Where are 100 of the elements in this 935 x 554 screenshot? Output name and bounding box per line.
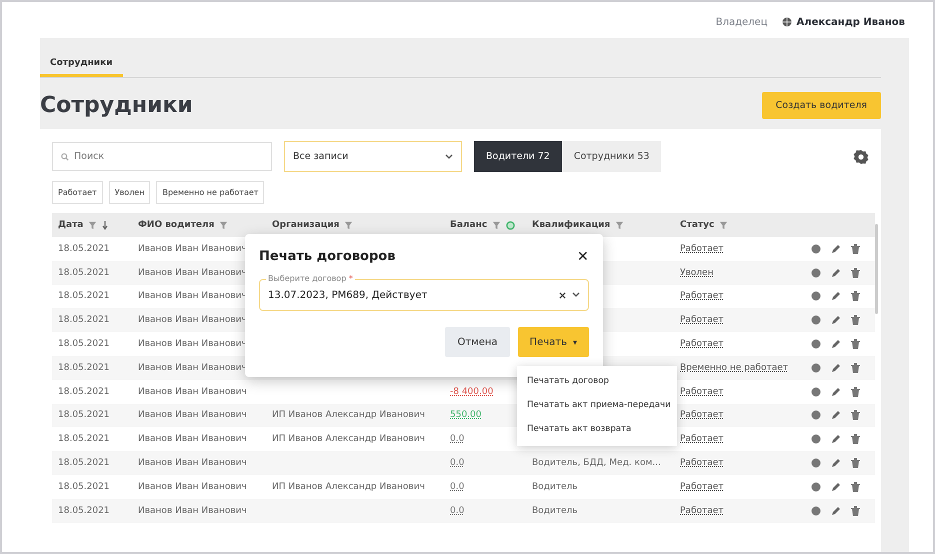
circle-icon[interactable] (810, 482, 820, 492)
pencil-icon[interactable] (830, 244, 840, 254)
circle-icon[interactable] (810, 434, 820, 444)
trash-icon[interactable] (850, 244, 860, 254)
filter-icon[interactable] (219, 220, 228, 230)
status-link[interactable]: Работает (680, 315, 724, 326)
menu-item[interactable]: Печатать акт приема-передачи (517, 394, 677, 418)
segment-tab[interactable]: Водители 72 (474, 141, 562, 172)
qualification-cell: Водитель (532, 482, 578, 492)
balance-cell[interactable]: 0.0 (450, 434, 464, 444)
create-driver-button[interactable]: Создать водителя (762, 92, 881, 119)
circle-icon[interactable] (810, 244, 820, 254)
status-link[interactable]: Работает (680, 458, 724, 468)
pencil-icon[interactable] (830, 410, 840, 420)
date-cell-text: 18.05.2021 (57, 291, 111, 302)
trash-icon[interactable] (850, 482, 860, 492)
tab[interactable]: Сотрудники (40, 48, 123, 77)
column-header[interactable]: Квалификация (532, 220, 610, 230)
circle-icon[interactable] (810, 386, 820, 397)
balance-cell[interactable]: -8 400.00 (450, 386, 494, 397)
trash-icon[interactable] (850, 458, 860, 468)
status-link[interactable]: Работает (680, 386, 724, 397)
cancel-button[interactable]: Отмена (445, 327, 510, 357)
circle-icon[interactable] (810, 339, 820, 350)
status-link[interactable]: Работает (680, 410, 724, 420)
circle-icon[interactable] (810, 268, 820, 278)
pencil-icon[interactable] (830, 458, 840, 468)
name-cell-text: Иванов Иван Иванович (137, 410, 248, 420)
status-link[interactable]: Работает (680, 291, 724, 302)
status-link[interactable]: Работает (680, 434, 724, 444)
pencil-icon[interactable] (830, 315, 840, 326)
circle-icon[interactable] (506, 220, 516, 230)
settings-icon[interactable] (853, 148, 869, 164)
circle-icon[interactable] (810, 315, 820, 326)
filter-icon[interactable] (615, 220, 624, 230)
balance-cell[interactable]: 0.0 (450, 458, 464, 468)
balance-cell[interactable]: 0.0 (450, 506, 464, 516)
trash-icon[interactable] (850, 315, 860, 326)
scrollbar[interactable] (875, 224, 878, 314)
circle-icon[interactable] (810, 291, 820, 302)
circle-icon[interactable] (810, 506, 820, 516)
contract-select[interactable]: Выберите договор * 13.07.2023, РМ689, Действует (259, 274, 589, 311)
clear-icon[interactable] (559, 292, 566, 298)
close-button[interactable]: ✕ (577, 248, 589, 264)
trash-icon[interactable] (850, 291, 860, 302)
pencil-icon[interactable] (830, 362, 840, 373)
filter-icon[interactable] (492, 220, 502, 230)
column-header[interactable]: Статус (680, 220, 714, 230)
pencil-icon[interactable] (830, 268, 840, 278)
status-link[interactable]: Работает (680, 482, 724, 492)
name-cell-text: Иванов Иван Иванович (137, 386, 248, 397)
pencil-icon[interactable] (830, 434, 840, 444)
circle-icon[interactable] (810, 410, 820, 420)
pencil-icon[interactable] (830, 482, 840, 492)
filter-icon[interactable] (344, 220, 354, 230)
status-link[interactable]: Уволен (680, 268, 714, 278)
menu-item[interactable]: Печатать акт возврата (517, 418, 677, 442)
menu-item[interactable]: Печатать договор (517, 370, 677, 394)
segment-tab[interactable]: Сотрудники 53 (562, 141, 662, 172)
print-button[interactable]: Печать ▾ (518, 327, 589, 357)
chevron-down-icon[interactable] (572, 292, 580, 298)
status-filter-chip[interactable]: Уволен (108, 181, 150, 204)
filter-icon[interactable] (88, 220, 98, 230)
status-link[interactable]: Работает (680, 244, 724, 254)
column-header[interactable]: ФИО водителя (138, 220, 214, 230)
circle-icon[interactable] (810, 362, 820, 373)
balance-cell[interactable]: 0.0 (450, 482, 464, 492)
trash-icon[interactable] (850, 410, 860, 420)
pencil-icon[interactable] (830, 506, 840, 516)
globe-icon (782, 17, 792, 27)
column-header[interactable]: Организация (272, 220, 340, 230)
pencil-icon[interactable] (830, 339, 840, 350)
pencil-icon[interactable] (830, 291, 840, 302)
trash-icon[interactable] (850, 434, 860, 444)
records-select[interactable]: Все записи (284, 141, 462, 172)
status-filter-chip[interactable]: Временно не работает (156, 181, 264, 204)
status-link[interactable]: Работает (680, 339, 724, 350)
search-field[interactable]: Поиск (52, 142, 272, 171)
status-link[interactable]: Временно не работает (680, 362, 788, 373)
column-header[interactable]: Баланс (450, 220, 488, 230)
date-cell-text: 18.05.2021 (57, 410, 111, 420)
circle-icon[interactable] (810, 458, 820, 468)
date-cell-text: 18.05.2021 (57, 362, 111, 373)
chevron-down-icon[interactable] (445, 154, 453, 160)
organization-cell: ИП Иванов Александр Иванович (272, 410, 425, 420)
trash-icon[interactable] (850, 339, 860, 350)
user-name[interactable]: Александр Иванов (796, 16, 905, 28)
date-cell-text: 18.05.2021 (57, 315, 111, 326)
page-title: Сотрудники (40, 93, 193, 118)
pencil-icon[interactable] (830, 386, 840, 397)
trash-icon[interactable] (850, 506, 860, 516)
status-filter-chip[interactable]: Работает (52, 181, 103, 204)
filter-icon[interactable] (719, 220, 728, 230)
trash-icon[interactable] (850, 362, 860, 373)
column-header[interactable]: Дата (58, 220, 84, 230)
sort-arrow-icon[interactable] (102, 220, 108, 230)
trash-icon[interactable] (850, 386, 860, 397)
date-cell-text: 18.05.2021 (57, 244, 111, 254)
status-link[interactable]: Работает (680, 506, 724, 516)
trash-icon[interactable] (850, 268, 860, 278)
